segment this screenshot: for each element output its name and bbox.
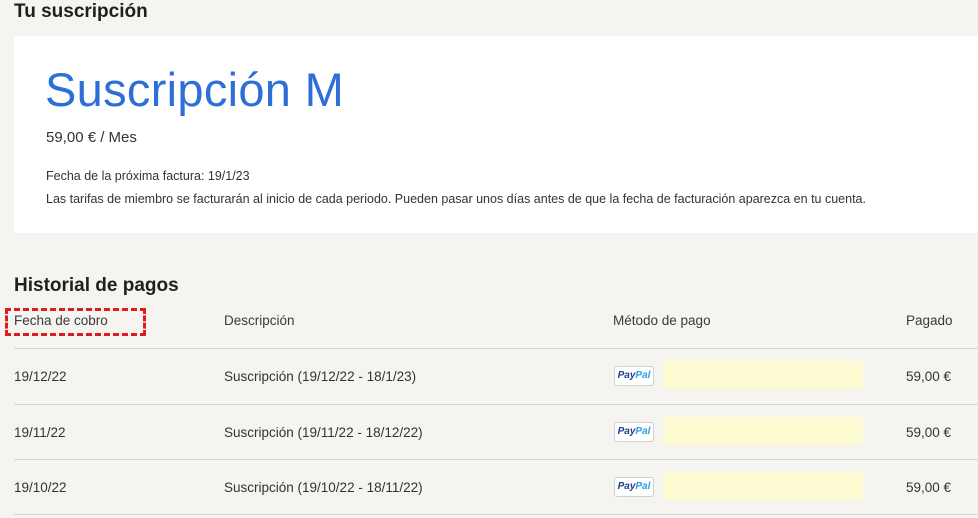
highlight-annotation — [5, 308, 146, 336]
column-header-paid: Pagado — [906, 313, 953, 328]
row-date: 19/10/22 — [14, 480, 67, 495]
redacted-account — [663, 472, 863, 500]
row-description: Suscripción (19/11/22 - 18/12/22) — [224, 425, 423, 440]
row-description: Suscripción (19/10/22 - 18/11/22) — [224, 480, 423, 495]
column-header-method: Método de pago — [613, 313, 711, 328]
paypal-icon: PayPal — [614, 366, 654, 386]
row-divider — [14, 404, 978, 405]
page: Tu suscripción Suscripción M 59,00 € / M… — [0, 0, 978, 518]
plan-price: 59,00 € / Mes — [46, 129, 137, 146]
billing-note: Las tarifas de miembro se facturarán al … — [46, 192, 866, 206]
row-description: Suscripción (19/12/22 - 18/1/23) — [224, 369, 417, 384]
row-paid: 59,00 € — [906, 369, 952, 384]
subscription-heading: Tu suscripción — [14, 1, 148, 22]
next-invoice-date: Fecha de la próxima factura: 19/1/23 — [46, 169, 250, 183]
subscription-card: Suscripción M 59,00 € / Mes Fecha de la … — [14, 36, 978, 233]
column-header-description: Descripción — [224, 313, 295, 328]
row-divider — [14, 514, 978, 515]
row-paid: 59,00 € — [906, 480, 952, 495]
redacted-account — [663, 417, 863, 445]
paypal-icon: PayPal — [614, 422, 654, 442]
row-date: 19/12/22 — [14, 369, 67, 384]
row-divider — [14, 459, 978, 460]
row-divider — [14, 348, 978, 349]
payment-history-heading: Historial de pagos — [14, 275, 179, 296]
row-paid: 59,00 € — [906, 425, 952, 440]
plan-title: Suscripción M — [45, 63, 345, 116]
row-date: 19/11/22 — [14, 425, 66, 440]
paypal-icon: PayPal — [614, 477, 654, 497]
redacted-account — [663, 361, 863, 389]
